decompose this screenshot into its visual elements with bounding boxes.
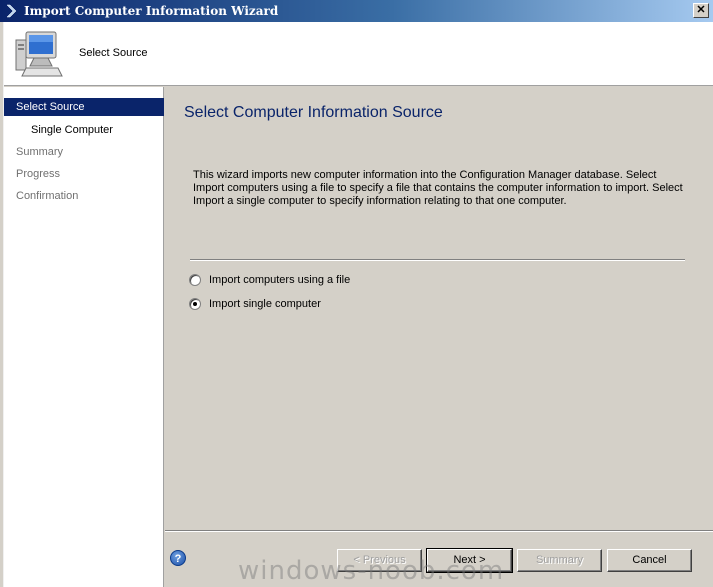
watermark-text: windows-noob.com <box>238 556 505 586</box>
cancel-button[interactable]: Cancel <box>607 549 692 572</box>
close-button[interactable]: ✕ <box>693 3 709 18</box>
option-import-single[interactable]: Import single computer <box>189 296 321 312</box>
sidebar-item-progress: Progress <box>16 168 61 180</box>
sidebar-item-select-source[interactable]: Select Source <box>4 98 164 116</box>
wizard-arrow-icon <box>6 4 17 18</box>
radio-import-single[interactable] <box>189 298 201 310</box>
footer-divider <box>165 530 713 532</box>
title-bar: Import Computer Information Wizard ✕ <box>0 0 713 22</box>
sidebar-item-summary: Summary <box>16 146 64 158</box>
content-divider <box>190 259 685 261</box>
radio-import-file[interactable] <box>189 274 201 286</box>
summary-button[interactable]: Summary <box>517 549 602 572</box>
radio-label-import-single: Import single computer <box>209 298 321 310</box>
page-title: Select Computer Information Source <box>184 104 443 121</box>
sidebar-item-single-computer[interactable]: Single Computer <box>4 121 164 139</box>
sidebar-item-confirmation: Confirmation <box>16 190 79 202</box>
radio-label-import-file: Import computers using a file <box>209 274 351 286</box>
wizard-content: Select Computer Information Source This … <box>165 87 713 587</box>
wizard-steps-sidebar: Select Source Single Computer Summary Pr… <box>4 87 164 587</box>
option-import-file[interactable]: Import computers using a file <box>189 272 350 288</box>
window-title: Import Computer Information Wizard <box>24 4 279 18</box>
computer-monitor-icon <box>15 31 63 77</box>
header-title: Select Source <box>79 47 148 59</box>
wizard-header: Select Source <box>4 22 713 86</box>
wizard-description: This wizard imports new computer informa… <box>193 169 683 207</box>
help-icon[interactable]: ? <box>170 550 186 566</box>
